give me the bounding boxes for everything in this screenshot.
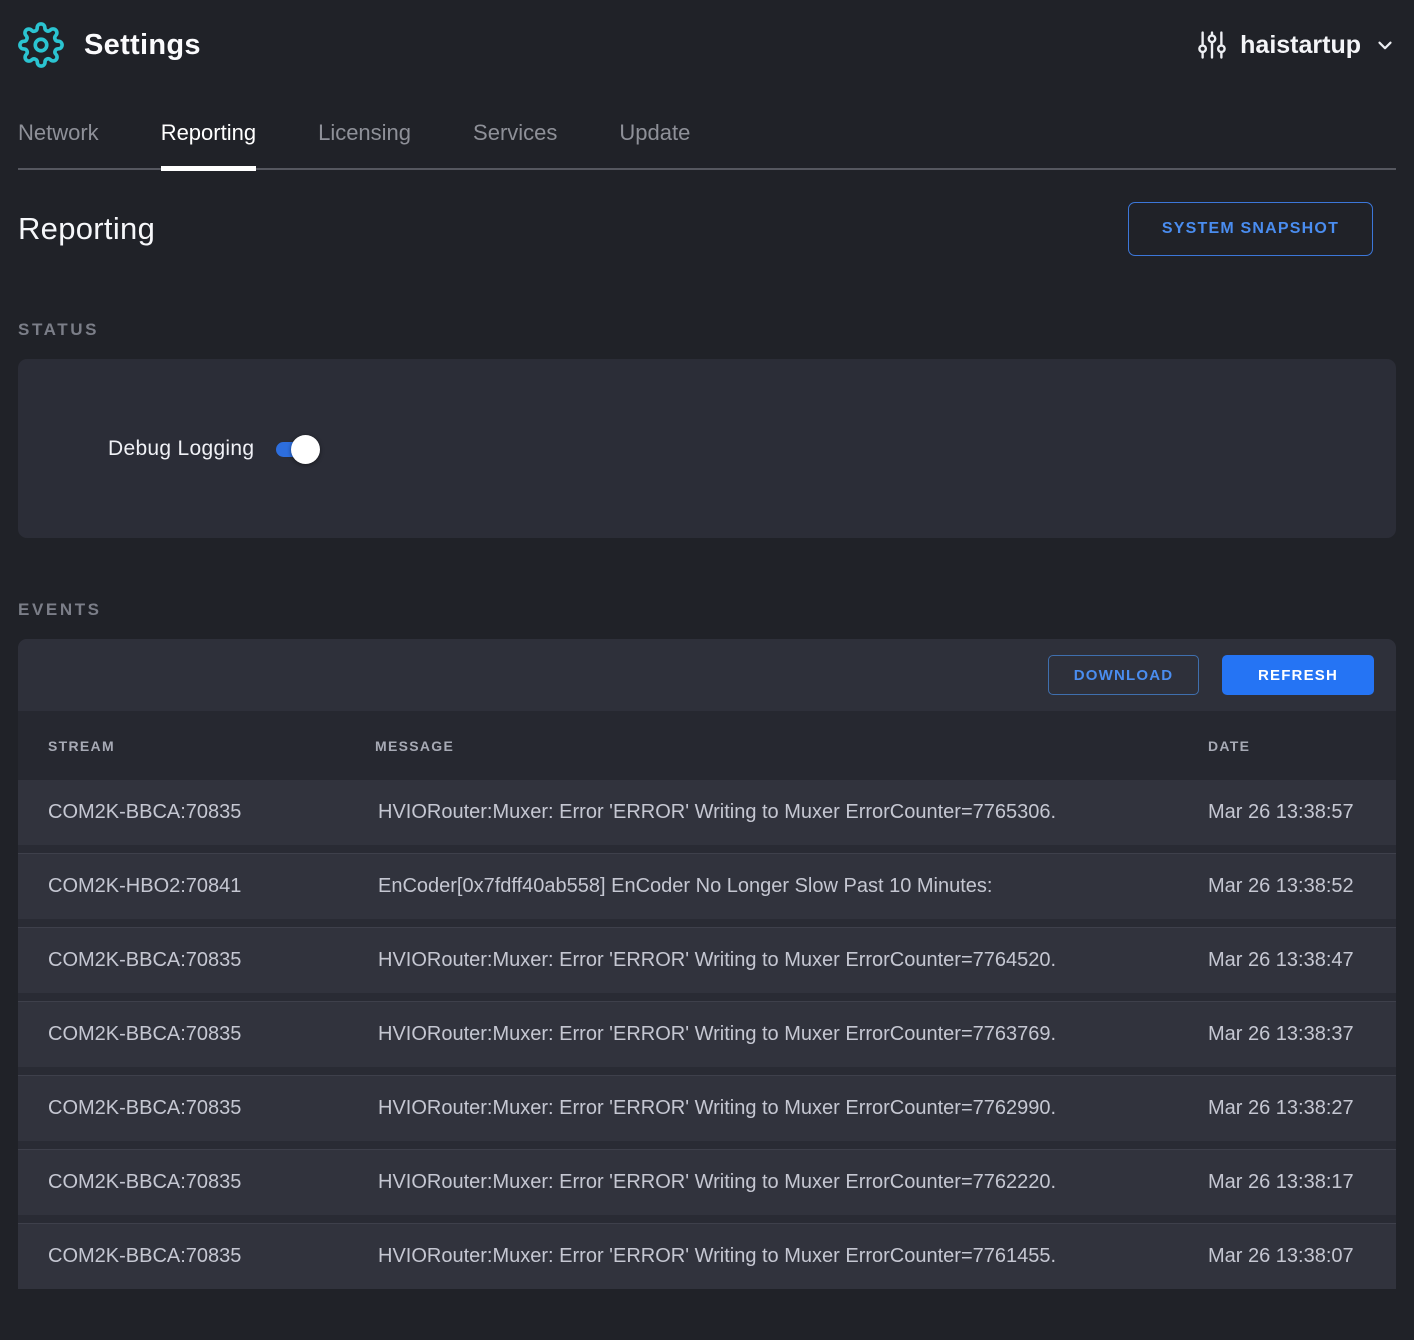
row-separator bbox=[18, 919, 1396, 928]
status-card: Debug Logging bbox=[18, 359, 1396, 538]
row-separator bbox=[18, 1141, 1396, 1150]
status-section-label: STATUS bbox=[18, 320, 1396, 340]
column-header-date: DATE bbox=[1208, 738, 1370, 754]
cell-date: Mar 26 13:38:07 bbox=[1208, 1245, 1370, 1268]
events-table-body: COM2K-BBCA:70835HVIORouter:Muxer: Error … bbox=[18, 780, 1396, 1289]
cell-message: HVIORouter:Muxer: Error 'ERROR' Writing … bbox=[375, 949, 1208, 972]
tab-bar: Network Reporting Licensing Services Upd… bbox=[18, 120, 1396, 170]
events-section: EVENTS DOWNLOAD REFRESH STREAM MESSAGE D… bbox=[18, 600, 1396, 1289]
cell-date: Mar 26 13:38:17 bbox=[1208, 1171, 1370, 1194]
status-section: STATUS Debug Logging bbox=[18, 320, 1396, 538]
account-name: haistartup bbox=[1240, 31, 1361, 60]
main-content: Reporting SYSTEM SNAPSHOT STATUS Debug L… bbox=[18, 202, 1396, 1289]
cell-message: HVIORouter:Muxer: Error 'ERROR' Writing … bbox=[375, 1245, 1208, 1268]
cell-date: Mar 26 13:38:52 bbox=[1208, 875, 1370, 898]
cell-date: Mar 26 13:38:57 bbox=[1208, 801, 1370, 824]
events-card: DOWNLOAD REFRESH STREAM MESSAGE DATE COM… bbox=[18, 639, 1396, 1289]
events-table-header: STREAM MESSAGE DATE bbox=[18, 711, 1396, 780]
tab-licensing[interactable]: Licensing bbox=[318, 120, 411, 168]
cell-date: Mar 26 13:38:27 bbox=[1208, 1097, 1370, 1120]
cell-stream: COM2K-HBO2:70841 bbox=[48, 875, 375, 898]
table-row: COM2K-BBCA:70835HVIORouter:Muxer: Error … bbox=[18, 1076, 1396, 1141]
cell-stream: COM2K-BBCA:70835 bbox=[48, 1023, 375, 1046]
table-row: COM2K-BBCA:70835HVIORouter:Muxer: Error … bbox=[18, 1002, 1396, 1067]
account-menu[interactable]: haistartup bbox=[1197, 28, 1396, 62]
row-separator bbox=[18, 1215, 1396, 1224]
events-section-label: EVENTS bbox=[18, 600, 1396, 620]
table-row: COM2K-BBCA:70835HVIORouter:Muxer: Error … bbox=[18, 1224, 1396, 1289]
top-bar: Settings haistartup bbox=[18, 0, 1396, 72]
cell-message: HVIORouter:Muxer: Error 'ERROR' Writing … bbox=[375, 1023, 1208, 1046]
debug-logging-toggle[interactable] bbox=[274, 434, 320, 464]
toggle-knob bbox=[291, 435, 320, 464]
cell-stream: COM2K-BBCA:70835 bbox=[48, 1171, 375, 1194]
events-toolbar: DOWNLOAD REFRESH bbox=[18, 639, 1396, 711]
cell-message: HVIORouter:Muxer: Error 'ERROR' Writing … bbox=[375, 1097, 1208, 1120]
chevron-down-icon bbox=[1374, 34, 1396, 56]
table-row: COM2K-BBCA:70835HVIORouter:Muxer: Error … bbox=[18, 928, 1396, 993]
cell-date: Mar 26 13:38:47 bbox=[1208, 949, 1370, 972]
cell-stream: COM2K-BBCA:70835 bbox=[48, 949, 375, 972]
refresh-button[interactable]: REFRESH bbox=[1222, 655, 1374, 695]
system-snapshot-button[interactable]: SYSTEM SNAPSHOT bbox=[1128, 202, 1373, 256]
cell-message: EnCoder[0x7fdff40ab558] EnCoder No Longe… bbox=[375, 875, 1208, 898]
tab-update[interactable]: Update bbox=[619, 120, 690, 168]
page-title: Reporting bbox=[18, 211, 155, 247]
tab-network[interactable]: Network bbox=[18, 120, 99, 168]
debug-logging-label: Debug Logging bbox=[108, 437, 254, 461]
column-header-stream: STREAM bbox=[48, 738, 375, 754]
tab-reporting[interactable]: Reporting bbox=[161, 120, 256, 168]
brand: Settings bbox=[18, 22, 201, 68]
gear-icon bbox=[18, 22, 64, 68]
app-title: Settings bbox=[84, 29, 201, 62]
tab-services[interactable]: Services bbox=[473, 120, 557, 168]
column-header-message: MESSAGE bbox=[375, 738, 1208, 754]
table-row: COM2K-HBO2:70841EnCoder[0x7fdff40ab558] … bbox=[18, 854, 1396, 919]
table-row: COM2K-BBCA:70835HVIORouter:Muxer: Error … bbox=[18, 780, 1396, 845]
cell-stream: COM2K-BBCA:70835 bbox=[48, 801, 375, 824]
download-button[interactable]: DOWNLOAD bbox=[1048, 655, 1199, 695]
table-row: COM2K-BBCA:70835HVIORouter:Muxer: Error … bbox=[18, 1150, 1396, 1215]
row-separator bbox=[18, 993, 1396, 1002]
cell-message: HVIORouter:Muxer: Error 'ERROR' Writing … bbox=[375, 1171, 1208, 1194]
cell-stream: COM2K-BBCA:70835 bbox=[48, 1245, 375, 1268]
sliders-icon bbox=[1197, 28, 1227, 62]
cell-date: Mar 26 13:38:37 bbox=[1208, 1023, 1370, 1046]
cell-stream: COM2K-BBCA:70835 bbox=[48, 1097, 375, 1120]
cell-message: HVIORouter:Muxer: Error 'ERROR' Writing … bbox=[375, 801, 1208, 824]
settings-page: Settings haistartup Network bbox=[0, 0, 1414, 1289]
row-separator bbox=[18, 1067, 1396, 1076]
row-separator bbox=[18, 845, 1396, 854]
